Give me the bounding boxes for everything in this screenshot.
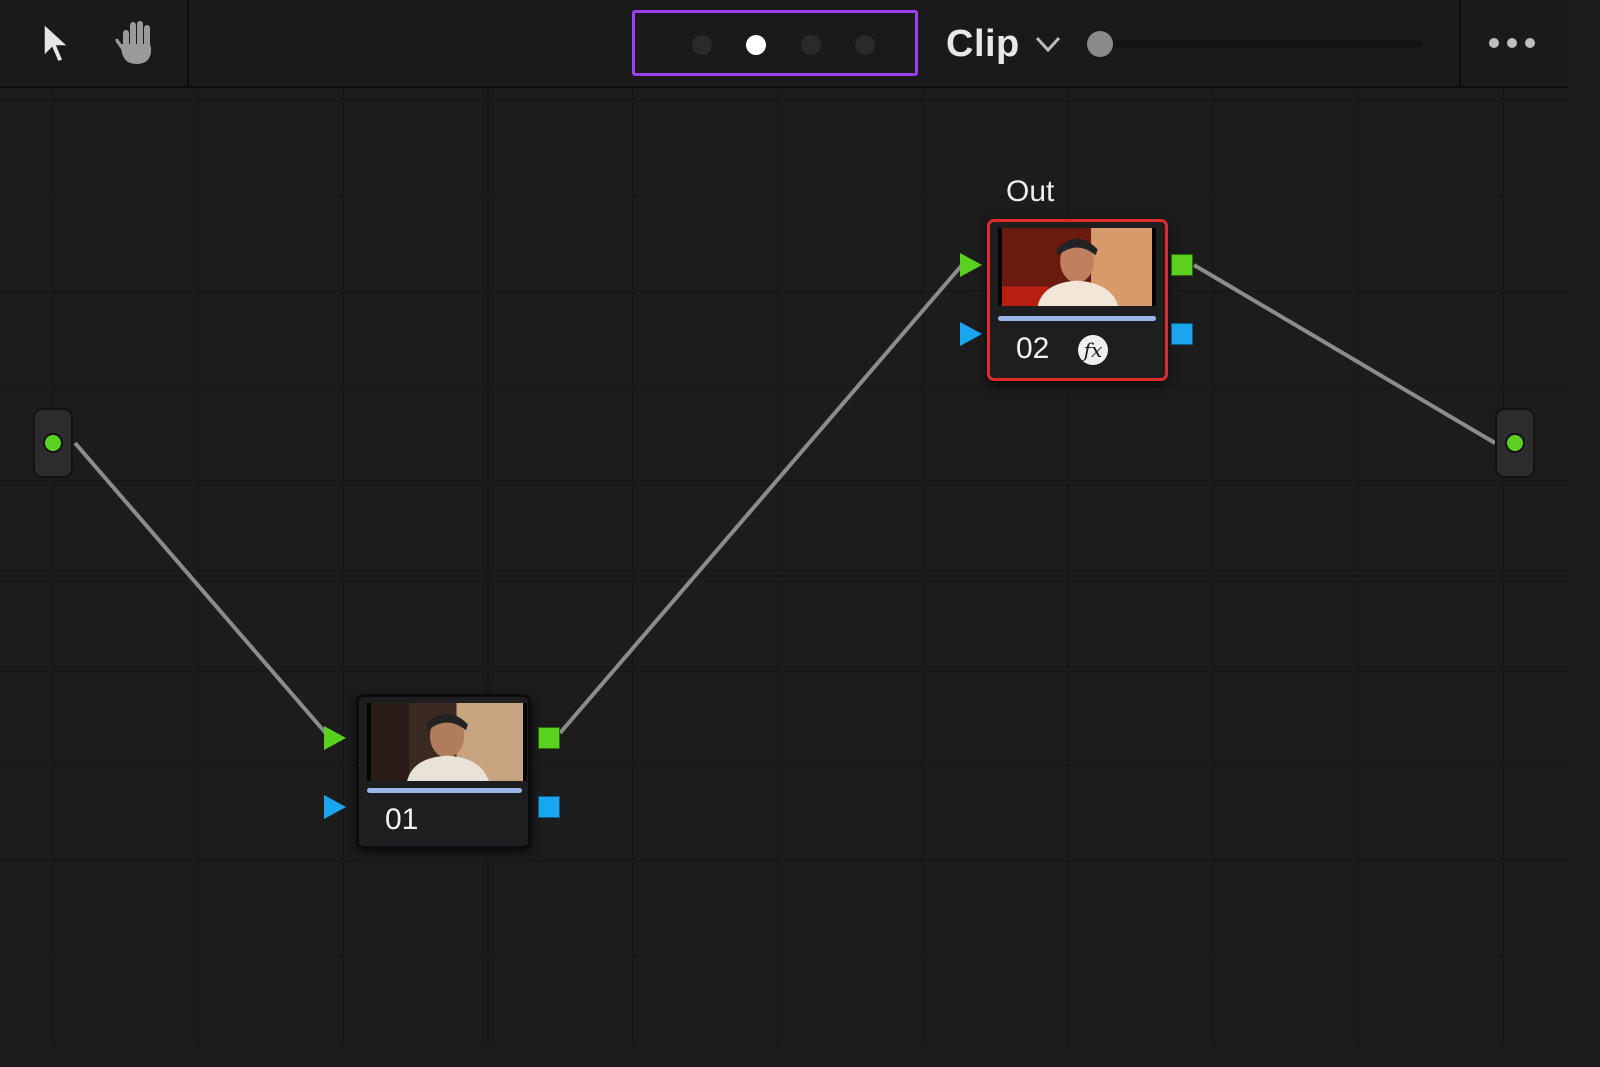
node-02[interactable]: 02 fx [987,219,1168,381]
fx-badge-icon: fx [1078,335,1108,365]
node-01-number: 01 [385,803,419,836]
toolbar-divider [1459,0,1461,88]
node-02-number: 02 [1016,332,1050,365]
node-01-progress-bar [367,788,522,793]
hand-tool-button[interactable] [106,12,166,72]
toolbar-divider [187,0,189,88]
toolbar: Clip [0,0,1568,88]
node-01[interactable]: 01 [356,694,531,849]
more-horizontal-icon[interactable] [1484,28,1544,58]
mode-dot-2[interactable] [746,35,766,55]
chevron-down-icon[interactable] [1032,30,1064,58]
mode-dot-1[interactable] [692,35,712,55]
node-01-alpha-input-port[interactable] [324,795,346,819]
mode-dropdown-label[interactable]: Clip [946,20,1020,68]
zoom-slider-track[interactable] [1100,40,1422,48]
node-02-thumbnail [998,228,1156,306]
output-connector[interactable] [1495,408,1535,478]
source-input-connector[interactable] [33,408,73,478]
node-02-rgb-input-port[interactable] [960,253,982,277]
node-01-alpha-output-port[interactable] [538,796,560,818]
node-02-rgb-output-port[interactable] [1171,254,1193,276]
node-02-progress-bar [998,316,1156,321]
pointer-arrow-icon [43,22,70,63]
output-connector-dot-icon [1505,433,1525,453]
hand-pan-icon [115,21,152,64]
zoom-slider-thumb[interactable] [1087,31,1113,57]
node-01-thumbnail [367,703,527,781]
pointer-tool-button[interactable] [28,12,88,72]
node-01-rgb-input-port[interactable] [324,726,346,750]
mode-selector [632,10,918,76]
node-02-alpha-input-port[interactable] [960,322,982,346]
node-02-alpha-output-port[interactable] [1171,323,1193,345]
mode-dot-3[interactable] [801,35,821,55]
node-graph-canvas[interactable] [0,88,1568,1046]
input-connector-dot-icon [43,433,63,453]
node-02-label: Out [1006,175,1055,208]
mode-dot-4[interactable] [855,35,875,55]
node-01-rgb-output-port[interactable] [538,727,560,749]
